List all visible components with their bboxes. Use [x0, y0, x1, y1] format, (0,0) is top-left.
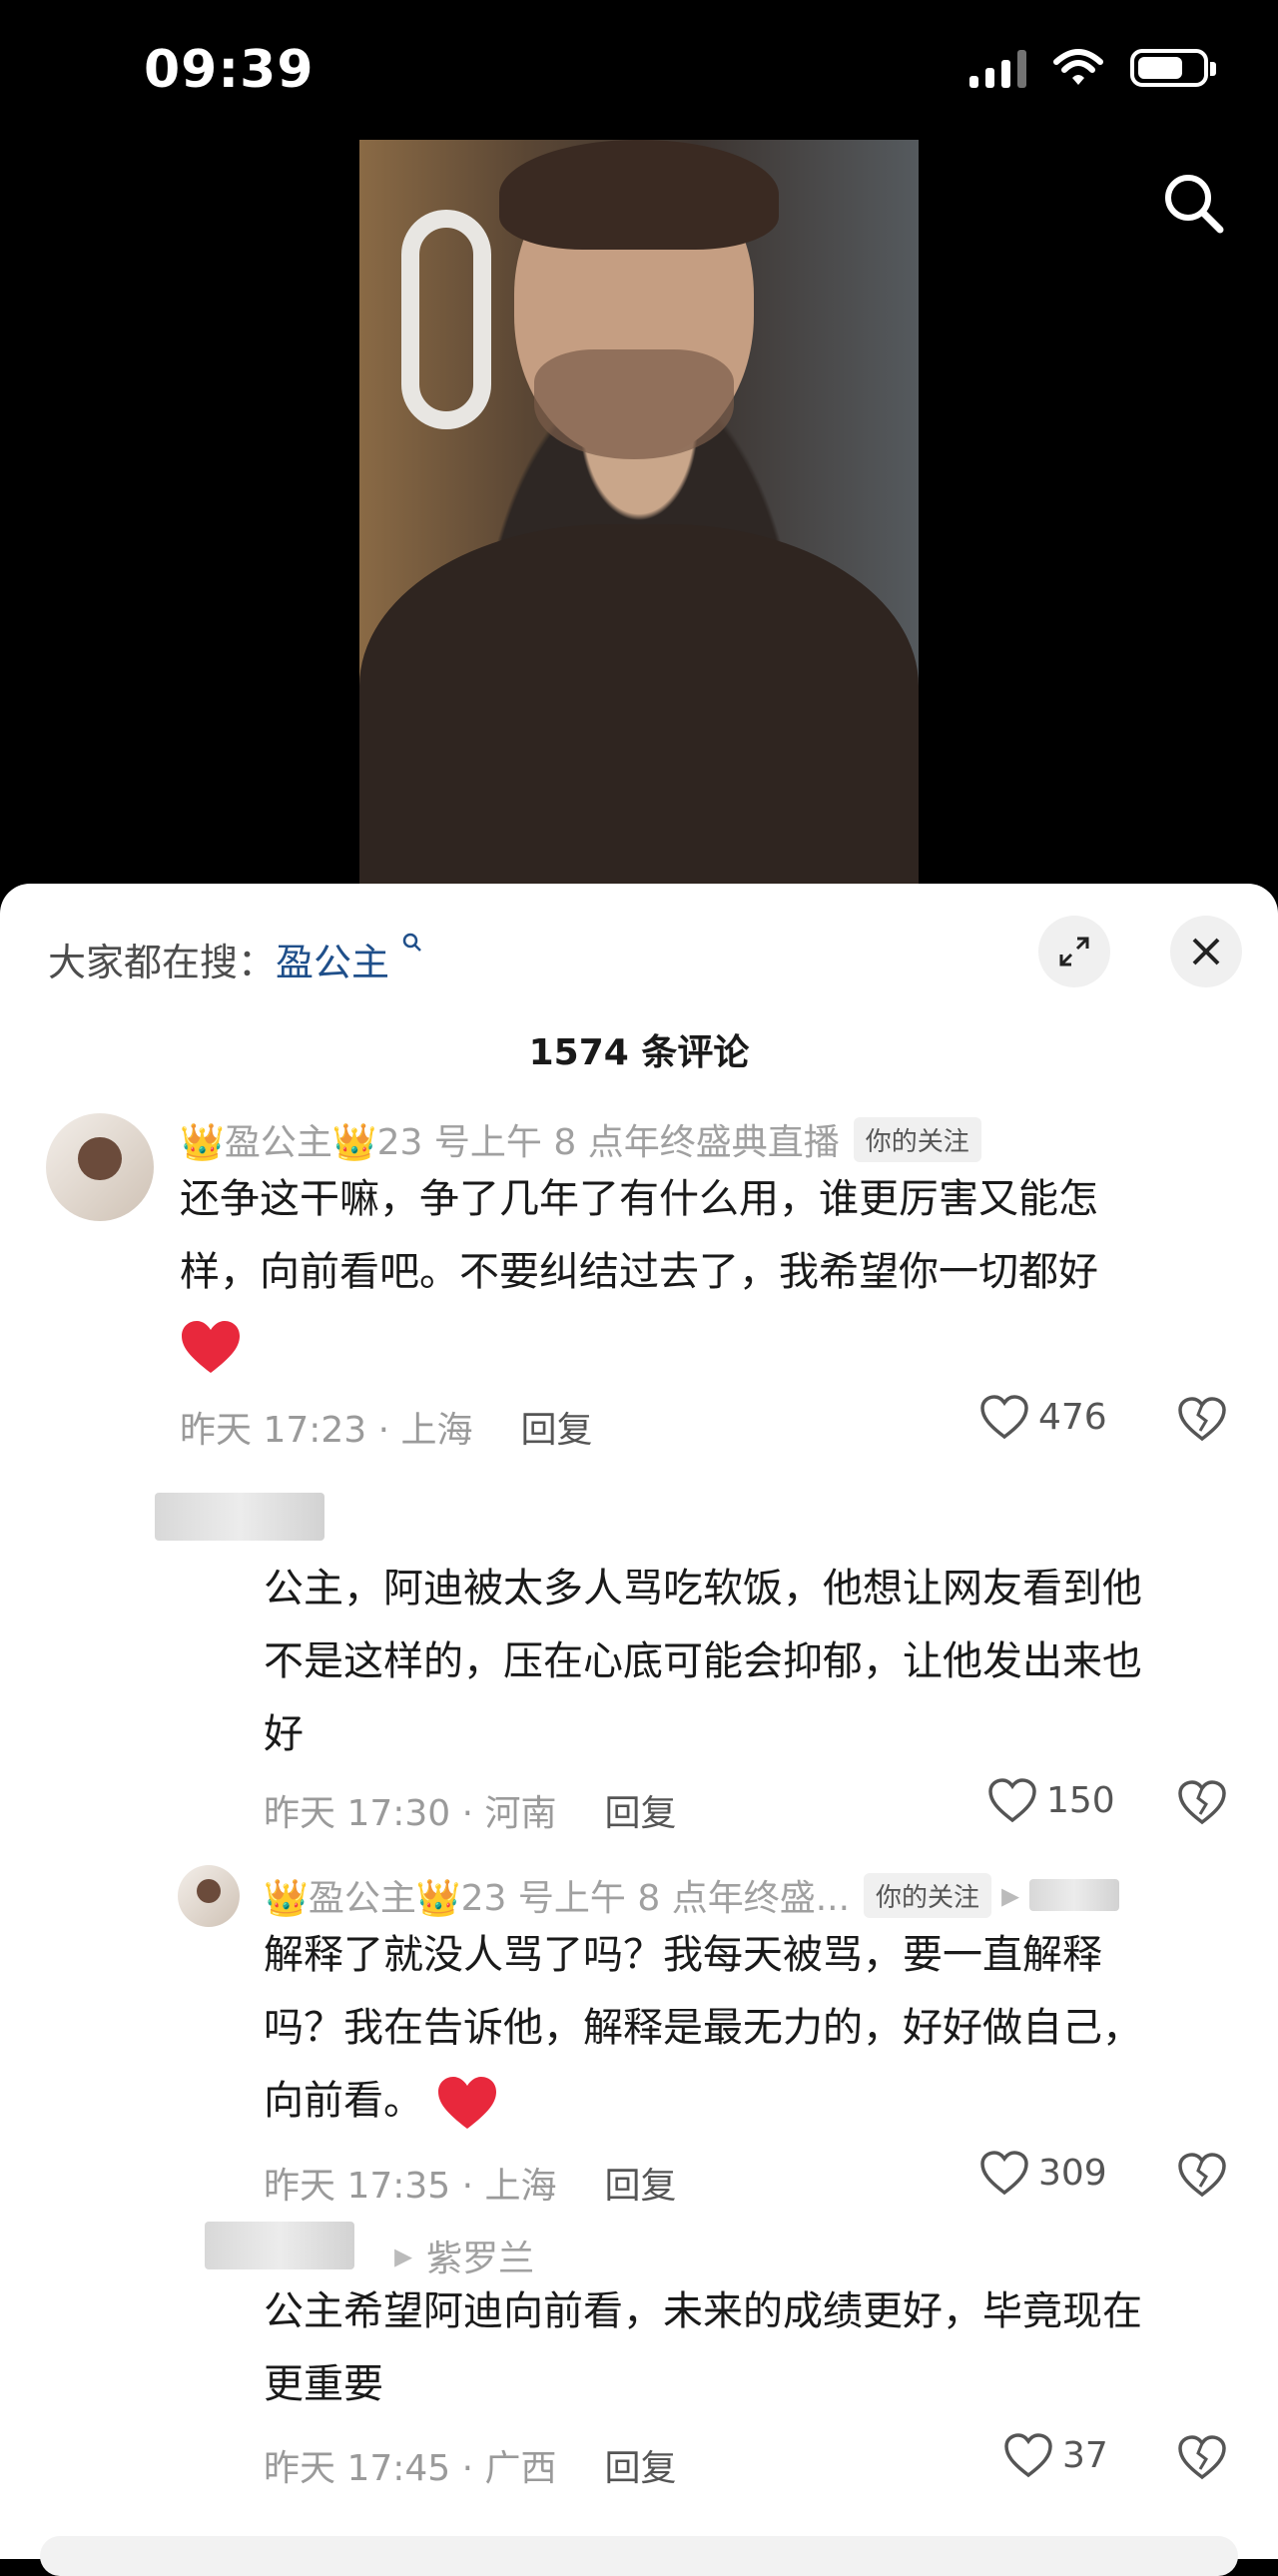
reply-arrow-icon: ▸ — [394, 2235, 413, 2276]
reply-button[interactable]: 回复 — [605, 2448, 677, 2489]
comment-input-bar[interactable] — [40, 2536, 1238, 2576]
comment-line: 样，向前看吧。不要纠结过去了，我希望你一切都好 — [180, 1249, 1098, 1295]
comment-line: 公主，阿迪被太多人骂吃软饭，他想让网友看到他 — [264, 1566, 1142, 1611]
reply-target: ▸ 紫罗兰 — [394, 2230, 534, 2281]
comment-panel: 大家都在搜：盈公主 1574 条评论 👑盈公主👑 23 号上午 8 点年终盛典直… — [0, 884, 1278, 2576]
broken-heart-icon[interactable] — [1176, 2151, 1228, 2199]
comment-time: 昨天 17:35 · 上海 — [264, 2166, 557, 2207]
like-button[interactable]: 476 — [978, 1393, 1107, 1441]
avatar[interactable] — [178, 1865, 240, 1927]
username[interactable]: 👑盈公主👑 — [264, 1869, 461, 1921]
user-description: 23 号上午 8 点年终盛典直播 — [376, 1122, 840, 1163]
comment-line: 公主希望阿迪向前看，未来的成绩更好，毕竟现在 — [264, 2288, 1142, 2334]
like-button[interactable]: 37 — [1002, 2431, 1108, 2479]
following-badge: 你的关注 — [864, 1872, 992, 1918]
status-time: 09:39 — [144, 40, 315, 100]
small-search-icon — [402, 933, 422, 952]
comment-footer: 昨天 17:30 · 河南 回复 — [264, 1784, 677, 1836]
search-icon[interactable] — [1158, 168, 1228, 238]
reply-button[interactable]: 回复 — [605, 2166, 677, 2207]
expand-button[interactable] — [1038, 916, 1110, 987]
comment-text: 还争这干嘛，争了几年了有什么用，谁更厉害又能怎 样，向前看吧。不要纠结过去了，我… — [180, 1163, 1098, 1382]
like-count: 309 — [1038, 2152, 1107, 2194]
video-lamp — [401, 210, 491, 429]
trending-search[interactable]: 大家都在搜：盈公主 — [48, 932, 423, 986]
like-count: 37 — [1062, 2434, 1108, 2476]
comment-time: 昨天 17:30 · 河南 — [264, 1793, 557, 1834]
heart-emoji-icon — [437, 2077, 496, 2129]
heart-emoji-icon — [182, 1321, 240, 1373]
comment-line: 好 — [264, 1711, 304, 1757]
comment-text: 公主，阿迪被太多人骂吃软饭，他想让网友看到他 不是这样的，压在心底可能会抑郁，让… — [264, 1553, 1142, 1771]
status-icons — [969, 48, 1216, 88]
close-icon — [1192, 938, 1220, 966]
reply-button[interactable]: 回复 — [605, 1793, 677, 1834]
heart-outline-icon — [980, 1395, 1028, 1440]
reply-to-name[interactable]: 紫罗兰 — [426, 2230, 534, 2281]
video-player[interactable] — [359, 140, 919, 884]
user-description: 23 号上午 8 点年终盛... — [460, 1878, 851, 1919]
like-count: 476 — [1038, 1396, 1107, 1438]
broken-heart-icon[interactable] — [1176, 1395, 1228, 1443]
comment-footer: 昨天 17:35 · 上海 回复 — [264, 2157, 677, 2209]
wifi-icon — [1053, 49, 1103, 85]
blurred-username — [155, 1493, 324, 1541]
search-keyword[interactable]: 盈公主 — [276, 941, 389, 984]
heart-outline-icon — [1004, 2433, 1052, 2478]
blurred-username — [1029, 1879, 1120, 1911]
avatar[interactable] — [46, 1113, 154, 1221]
comment-count: 1574 条评论 — [528, 1032, 750, 1073]
expand-icon — [1059, 937, 1089, 966]
reply-button[interactable]: 回复 — [521, 1410, 593, 1451]
comment-time: 昨天 17:23 · 上海 — [180, 1410, 473, 1451]
like-count: 150 — [1046, 1779, 1115, 1821]
close-button[interactable] — [1170, 916, 1242, 987]
video-shirt — [359, 524, 919, 884]
comment-line: 不是这样的，压在心底可能会抑郁，让他发出来也 — [264, 1638, 1142, 1684]
blurred-username — [205, 2222, 354, 2269]
comment-text: 公主希望阿迪向前看，未来的成绩更好，毕竟现在 更重要 — [264, 2275, 1142, 2421]
comment-line: 吗？我在告诉他，解释是最无力的，好好做自己， — [264, 2005, 1142, 2051]
video-beard — [534, 349, 734, 459]
comment-footer: 昨天 17:45 · 广西 回复 — [264, 2439, 677, 2491]
broken-heart-icon[interactable] — [1176, 2433, 1228, 2481]
comment-username[interactable]: 👑盈公主👑 23 号上午 8 点年终盛典直播 你的关注 — [180, 1113, 981, 1165]
heart-outline-icon — [988, 1778, 1036, 1823]
comment-line: 更重要 — [264, 2361, 383, 2407]
reply-arrow-icon: ▸ — [1001, 1874, 1020, 1916]
video-hair — [499, 140, 779, 250]
username[interactable]: 👑盈公主👑 — [180, 1113, 377, 1165]
comment-text: 解释了就没人骂了吗？我每天被骂，要一直解释 吗？我在告诉他，解释是最无力的，好好… — [264, 1919, 1142, 2138]
comment-line: 解释了就没人骂了吗？我每天被骂，要一直解释 — [264, 1932, 1102, 1978]
comment-footer: 昨天 17:23 · 上海 回复 — [180, 1401, 593, 1453]
broken-heart-icon[interactable] — [1176, 1778, 1228, 1826]
comment-line: 向前看。 — [264, 2078, 423, 2124]
like-button[interactable]: 309 — [978, 2149, 1107, 2197]
heart-outline-icon — [980, 2151, 1028, 2196]
search-prefix: 大家都在搜： — [48, 941, 277, 984]
like-button[interactable]: 150 — [986, 1776, 1115, 1824]
comment-line: 还争这干嘛，争了几年了有什么用，谁更厉害又能怎 — [180, 1176, 1098, 1222]
status-bar: 09:39 — [0, 0, 1278, 140]
signal-icon — [969, 48, 1026, 88]
comment-username[interactable]: 👑盈公主👑 23 号上午 8 点年终盛... 你的关注 ▸ — [264, 1869, 1120, 1921]
battery-icon — [1130, 49, 1216, 87]
comment-time: 昨天 17:45 · 广西 — [264, 2448, 557, 2489]
following-badge: 你的关注 — [853, 1116, 981, 1162]
